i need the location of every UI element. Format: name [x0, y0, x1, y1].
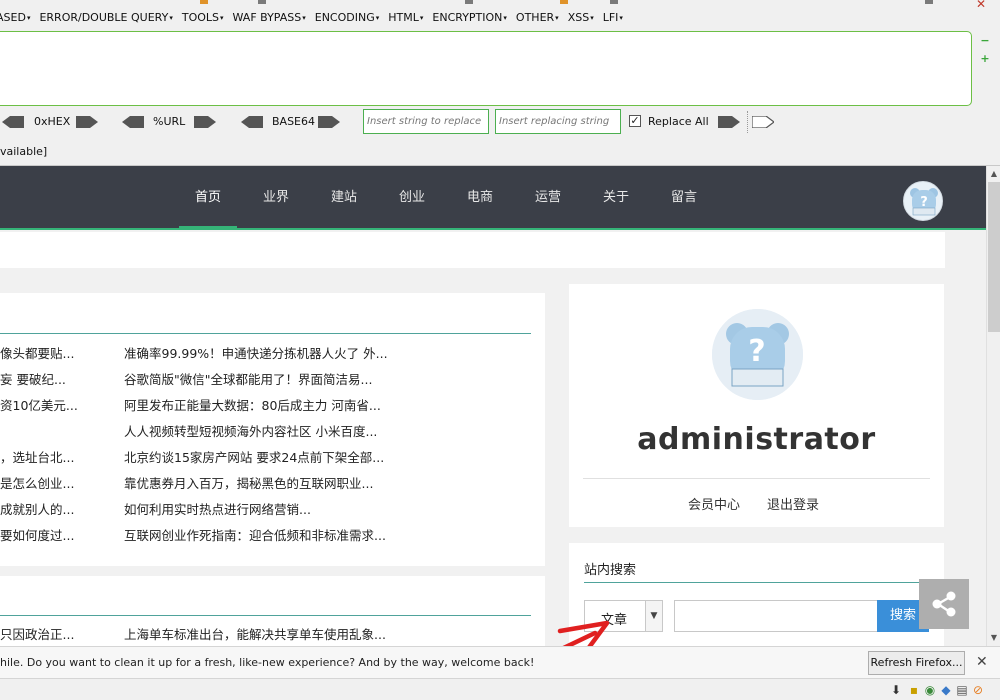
menu-encryption[interactable]: ENCRYPTION [432, 10, 507, 26]
site-nav-bar: 首页 业界 建站 创业 电商 运营 关于 留言 ? [0, 166, 986, 230]
replace-all-checkbox[interactable]: ✓ [629, 115, 641, 127]
news-item[interactable]: 是怎么创业... [0, 476, 74, 492]
news-item[interactable]: 只因政治正... [0, 627, 74, 643]
share-button[interactable] [919, 579, 969, 629]
hex-label: 0xHEX [34, 115, 71, 128]
menu-error-double-query[interactable]: ERROR/DOUBLE QUERY [39, 10, 172, 26]
news-item[interactable]: ，选址台北... [0, 450, 74, 466]
menu-other[interactable]: OTHER [516, 10, 559, 26]
hackbar-status-text: vailable] [0, 145, 48, 158]
nav-active-indicator [179, 226, 237, 229]
scroll-up-icon[interactable]: ▲ [987, 168, 1000, 180]
replace-string-input[interactable]: Insert string to replace [363, 109, 489, 134]
search-input[interactable] [674, 600, 878, 632]
extension-s-icon[interactable]: ◆ [938, 682, 954, 698]
news-item[interactable]: 像头都要贴... [0, 346, 74, 362]
hex-encode-arrow-icon[interactable] [76, 116, 98, 128]
news-item[interactable]: 上海单车标准出台，能解决共享单车使用乱象... [124, 627, 386, 643]
user-profile-card: ? administrator 会员中心 退出登录 [569, 284, 944, 527]
replace-forward-arrow-icon[interactable] [718, 116, 740, 128]
nav-item-message[interactable]: 留言 [655, 166, 713, 228]
news-item[interactable]: 靠优惠券月入百万，揭秘黑色的互联网职业... [124, 476, 373, 492]
browser-status-bar: ⬇ ▪ ◉ ◆ ▤ ⊘ [0, 678, 1000, 700]
search-divider [584, 582, 929, 583]
menu-union-based[interactable]: ASED [0, 10, 30, 26]
annotation-arrow-icon [557, 620, 610, 646]
nav-item-home[interactable]: 首页 [179, 166, 237, 228]
nav-item-industry[interactable]: 业界 [247, 166, 305, 228]
news-item[interactable]: 如何利用实时热点进行网络营销... [124, 502, 311, 518]
firefox-notification-bar: hile. Do you want to clean it up for a f… [0, 646, 1000, 678]
user-avatar[interactable]: ? [712, 309, 803, 400]
page-scrollbar[interactable]: ▲ ▼ [986, 166, 1000, 646]
site-search-card: 站内搜索 文章 ▼ 搜索 [569, 543, 944, 646]
replacing-string-input[interactable]: Insert replacing string [495, 109, 621, 134]
close-icon[interactable]: ✕ [976, 654, 988, 670]
extension-globe-icon[interactable]: ◉ [922, 682, 938, 698]
extension-pr-icon[interactable]: ▤ [954, 682, 970, 698]
nav-item-operation[interactable]: 运营 [519, 166, 577, 228]
logout-link[interactable]: 退出登录 [767, 494, 819, 513]
nav-user-avatar[interactable]: ? [903, 181, 943, 221]
hackbar-encoding-row: 0xHEX %URL BASE64 Insert string to repla… [0, 109, 1000, 135]
refresh-firefox-button[interactable]: Refresh Firefox... [868, 651, 965, 675]
notification-message: hile. Do you want to clean it up for a f… [0, 656, 535, 669]
menu-html[interactable]: HTML [388, 10, 423, 26]
close-icon[interactable]: ✕ [970, 0, 992, 10]
menu-waf-bypass[interactable]: WAF BYPASS [233, 10, 306, 26]
news-item[interactable]: 要如何度过... [0, 528, 74, 544]
url-label: %URL [153, 115, 186, 128]
nav-item-startup[interactable]: 创业 [383, 166, 441, 228]
username: administrator [637, 422, 876, 457]
menu-encoding[interactable]: ENCODING [315, 10, 380, 26]
menu-xss[interactable]: XSS [568, 10, 594, 26]
base64-decode-arrow-icon[interactable] [241, 116, 263, 128]
extension-p-icon[interactable]: ▪ [906, 682, 922, 698]
download-icon[interactable]: ⬇ [888, 682, 904, 698]
card-divider [0, 615, 531, 616]
replace-run-arrow-icon[interactable] [752, 116, 774, 128]
scroll-down-icon[interactable]: ▼ [987, 632, 1000, 644]
news-list-card: 像头都要贴... 妄 要破纪... 资10亿美元... ，选址台北... 是怎么… [0, 293, 545, 566]
web-page-viewport: 首页 业界 建站 创业 电商 运营 关于 留言 ? 像头都要贴... 妄 要破纪… [0, 166, 986, 646]
toolbar-separator [747, 111, 748, 133]
scrollbar-thumb[interactable] [988, 182, 1000, 332]
news-item[interactable]: 准确率99.99%！申通快递分拣机器人火了 外... [124, 346, 388, 362]
nav-item-about[interactable]: 关于 [587, 166, 645, 228]
news-item[interactable]: 互联网创业作死指南：迎合低频和非标准需求... [124, 528, 386, 544]
news-item[interactable]: 人人视频转型短视频海外内容社区 小米百度... [124, 424, 377, 440]
menu-lfi[interactable]: LFI [603, 10, 623, 26]
top-content-card [0, 232, 945, 268]
nav-item-build-site[interactable]: 建站 [315, 166, 373, 228]
share-icon [932, 591, 956, 617]
svg-text:?: ? [748, 334, 765, 369]
url-encode-arrow-icon[interactable] [194, 116, 216, 128]
base64-encode-arrow-icon[interactable] [318, 116, 340, 128]
minus-icon[interactable]: − [980, 35, 990, 46]
menu-tools[interactable]: TOOLS [182, 10, 224, 26]
toolbar-icon-strip [0, 0, 1000, 4]
user-card-divider [583, 478, 930, 479]
chevron-down-icon: ▼ [645, 601, 662, 631]
news-item[interactable]: 成就别人的... [0, 502, 74, 518]
nav-item-ecommerce[interactable]: 电商 [451, 166, 509, 228]
news-item[interactable]: 妄 要破纪... [0, 372, 66, 388]
card-divider [0, 333, 531, 334]
news-item[interactable]: 谷歌简版"微信"全球都能用了！界面简洁易... [124, 372, 372, 388]
news-item[interactable]: 阿里发布正能量大数据：80后成主力 河南省... [124, 398, 381, 414]
hackbar-url-textarea[interactable] [0, 31, 972, 106]
news-item[interactable]: 资10亿美元... [0, 398, 78, 414]
blocked-icon[interactable]: ⊘ [970, 682, 986, 698]
news-item[interactable]: 北京约谈15家房产网站 要求24点前下架全部... [124, 450, 384, 466]
base64-label: BASE64 [272, 115, 316, 128]
url-decode-arrow-icon[interactable] [122, 116, 144, 128]
hex-decode-arrow-icon[interactable] [2, 116, 24, 128]
plus-icon[interactable]: + [980, 53, 990, 64]
hackbar-menu-bar: ASED ERROR/DOUBLE QUERY TOOLS WAF BYPASS… [0, 0, 1000, 30]
search-title: 站内搜索 [584, 563, 637, 578]
replace-all-label: Replace All [648, 115, 709, 128]
member-center-link[interactable]: 会员中心 [688, 494, 740, 513]
